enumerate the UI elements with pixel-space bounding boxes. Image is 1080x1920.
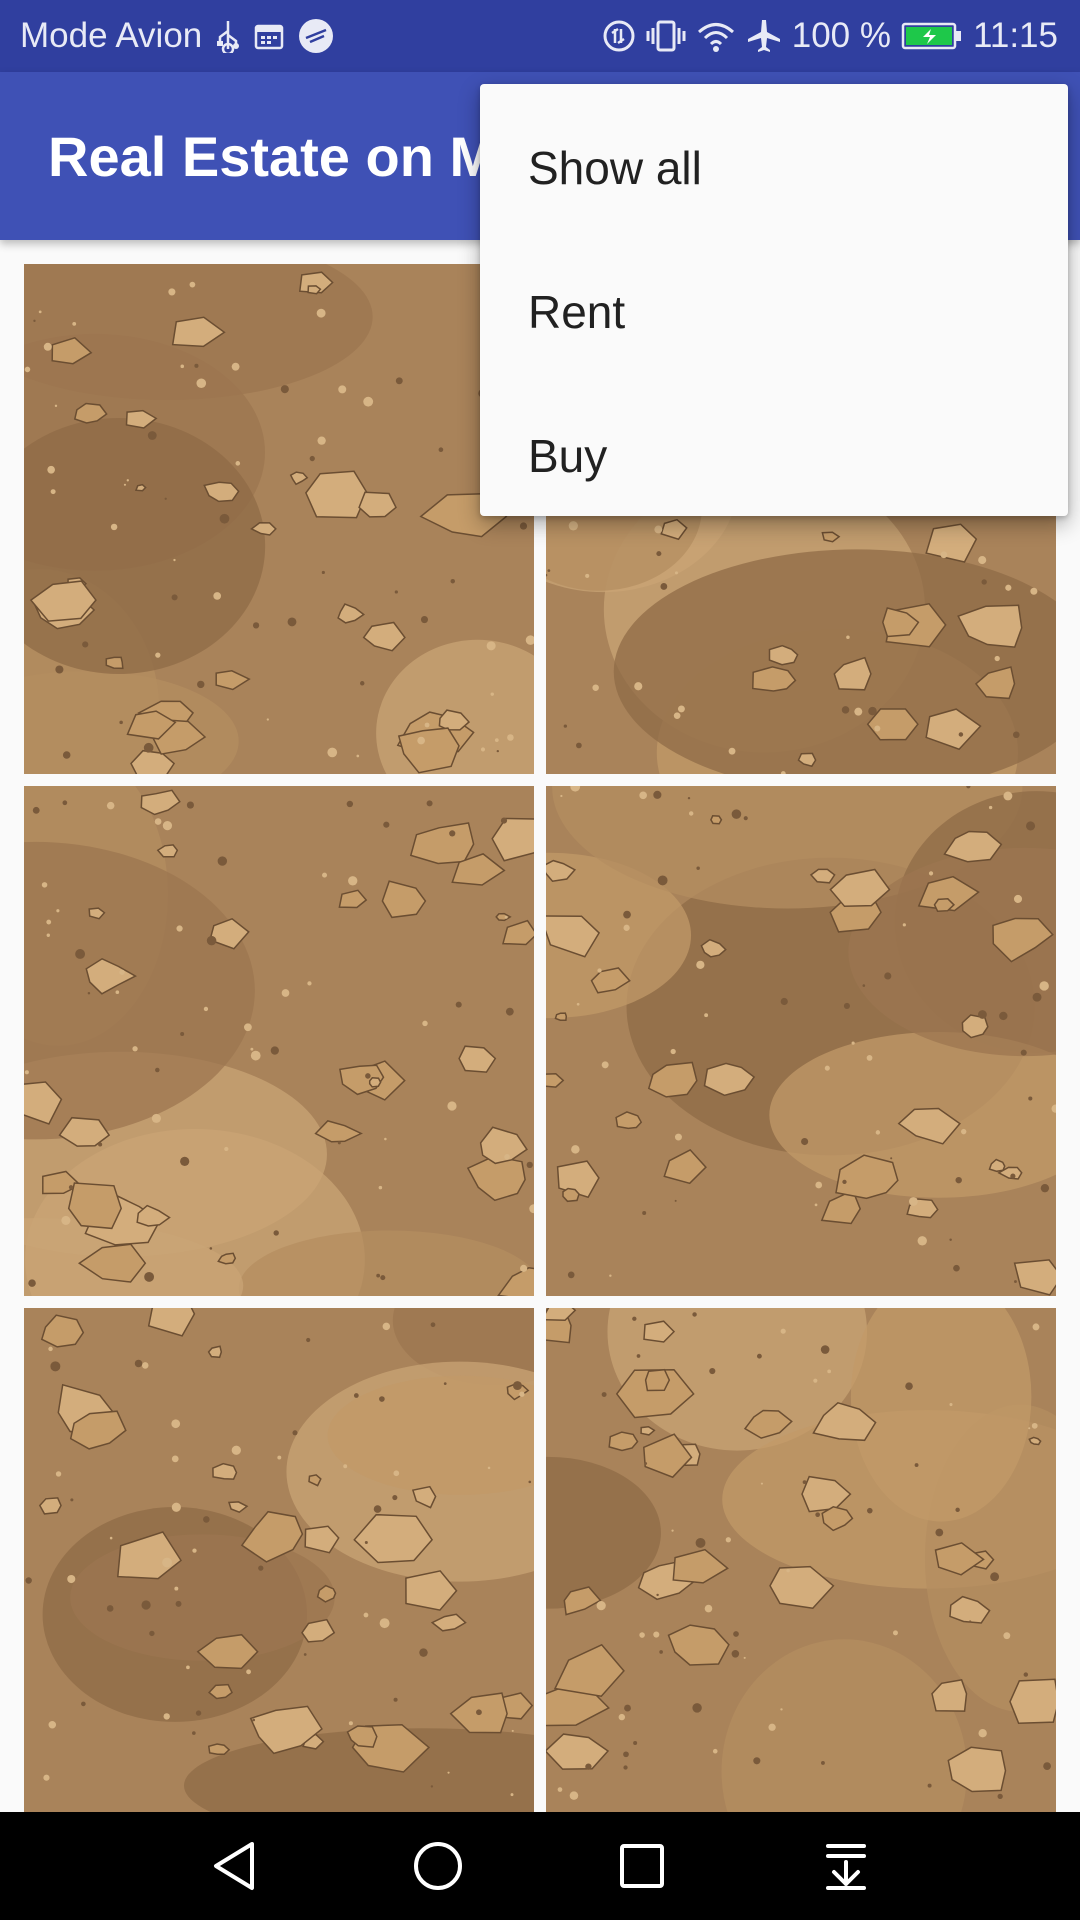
home-icon [414, 1842, 462, 1890]
mars-photo-3[interactable] [24, 786, 534, 1296]
battery-charging-icon [901, 21, 963, 51]
mars-photo-3-image [24, 786, 534, 1296]
battery-percent-text: 100 % [791, 16, 891, 55]
status-right: 100 % 11:15 [592, 16, 1058, 56]
status-left: Mode Avion [20, 16, 348, 56]
home-button[interactable] [384, 1812, 492, 1920]
navigation-bar [0, 1812, 1080, 1920]
overflow-menu: Show all Rent Buy [480, 84, 1068, 516]
calendar-icon [254, 21, 284, 51]
mars-photo-1[interactable] [24, 264, 534, 774]
usb-icon [216, 19, 240, 53]
vibrate-icon [646, 19, 686, 53]
recents-icon [620, 1844, 664, 1888]
mars-photo-4-image [546, 786, 1056, 1296]
notification-pulldown-icon [826, 1844, 866, 1890]
status-bar: Mode Avion 100 % 11:15 [0, 0, 1080, 72]
mars-photo-5-image [24, 1308, 534, 1812]
mars-photo-1-image [24, 264, 534, 774]
menu-item-show-all[interactable]: Show all [480, 96, 1068, 240]
screen: Mode Avion 100 % 11:15 Real Estate on Ma… [0, 0, 1080, 1920]
data-saver-icon [602, 19, 636, 53]
mars-photo-6[interactable] [546, 1308, 1056, 1812]
airplane-icon [746, 18, 782, 54]
mars-photo-6-image [546, 1308, 1056, 1812]
wifi-icon [696, 19, 736, 53]
back-button[interactable] [180, 1812, 288, 1920]
carrier-text: Mode Avion [20, 16, 203, 55]
clock-text: 11:15 [973, 16, 1058, 55]
mars-photo-5[interactable] [24, 1308, 534, 1812]
menu-item-rent[interactable]: Rent [480, 240, 1068, 384]
recents-button[interactable] [588, 1812, 696, 1920]
mars-photo-4[interactable] [546, 786, 1056, 1296]
app-notification-icon [298, 18, 334, 54]
back-icon [214, 1842, 254, 1890]
notification-pulldown-button[interactable] [792, 1812, 900, 1920]
menu-item-buy[interactable]: Buy [480, 384, 1068, 528]
